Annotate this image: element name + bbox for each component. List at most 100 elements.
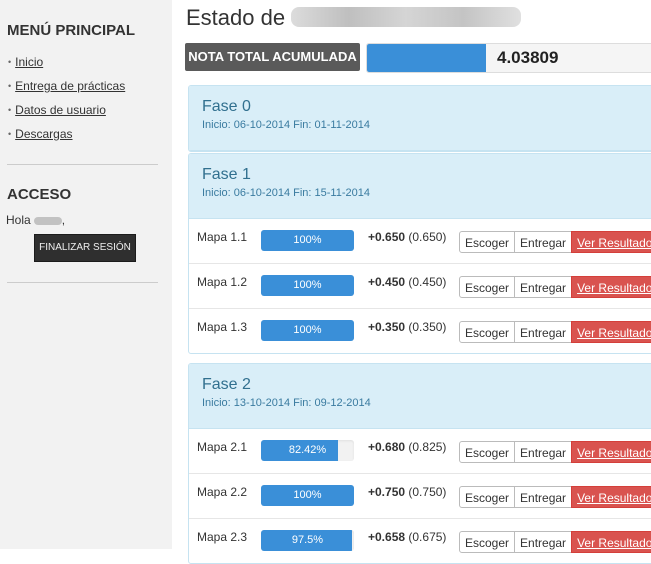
mapa-name: Mapa 1.1 <box>197 230 248 244</box>
menu-link-descargas[interactable]: Descargas <box>15 127 72 141</box>
progress-bar: 97.5% <box>261 530 354 551</box>
score-max: (0.450) <box>408 275 447 289</box>
greeting-suffix: , <box>61 213 66 227</box>
progress-label: 82.42% <box>288 444 327 456</box>
score-value: +0.658 <box>368 530 406 544</box>
submit-button[interactable]: Entregar <box>514 276 573 298</box>
sidebar: MENÚ PRINCIPAL • Inicio • Entrega de práct… <box>0 0 172 549</box>
progress-bar: 100% <box>261 485 354 506</box>
view-results-button[interactable]: Ver Resultados <box>571 321 651 343</box>
score-max: (0.350) <box>408 320 447 334</box>
score-max: (0.675) <box>408 530 447 544</box>
action-buttons: Escoger Entregar Ver Resultados <box>459 531 651 553</box>
score-value: +0.680 <box>368 440 406 454</box>
menu-item-inicio: • Inicio <box>8 50 125 74</box>
choose-button[interactable]: Escoger <box>459 321 516 343</box>
score-value: +0.350 <box>368 320 406 334</box>
bullet-icon: • <box>8 129 12 139</box>
progress-label: 100% <box>293 489 322 501</box>
fase-dates: Inicio: 06-10-2014 Fin: 15-11-2014 <box>202 187 370 199</box>
mapa-name: Mapa 1.2 <box>197 275 248 289</box>
score-max: (0.750) <box>408 485 447 499</box>
submit-button[interactable]: Entregar <box>514 531 573 553</box>
fase-header: Fase 2 Inicio: 13-10-2014 Fin: 09-12-2014 <box>189 364 651 429</box>
fase-title: Fase 1 <box>202 166 251 183</box>
menu-title: MENÚ PRINCIPAL <box>7 22 136 39</box>
fase-title: Fase 0 <box>202 98 251 115</box>
view-results-button[interactable]: Ver Resultados <box>571 441 651 463</box>
fase-panel: Fase 2 Inicio: 13-10-2014 Fin: 09-12-2014… <box>188 363 651 564</box>
score: +0.450 (0.450) <box>368 275 446 289</box>
redacted-name <box>291 7 522 27</box>
choose-button[interactable]: Escoger <box>459 441 516 463</box>
progress-label: 100% <box>293 279 322 291</box>
submit-button[interactable]: Entregar <box>514 321 573 343</box>
action-buttons: Escoger Entregar Ver Resultados <box>459 276 651 298</box>
score-max: (0.825) <box>408 440 447 454</box>
score: +0.650 (0.650) <box>368 230 446 244</box>
mapa-row: Mapa 2.2 100% +0.750 (0.750) Escoger Entrega… <box>189 474 651 519</box>
main-menu: • Inicio • Entrega de prácticas • Datos de … <box>8 50 125 146</box>
action-buttons: Escoger Entregar Ver Resultados <box>459 321 651 343</box>
mapa-row: Mapa 2.1 82.42% +0.680 (0.825) Escoger Entre… <box>189 429 651 474</box>
score: +0.750 (0.750) <box>368 485 446 499</box>
view-results-button[interactable]: Ver Resultados <box>571 276 651 298</box>
total-grade-value: 4.03809 <box>497 48 559 67</box>
main-content: Estado de NOTA TOTAL ACUMULADA 4.03809 F… <box>180 0 651 564</box>
bullet-icon: • <box>8 105 12 115</box>
greeting-text: Hola <box>6 213 31 227</box>
bullet-icon: • <box>8 81 12 91</box>
progress-bar: 100% <box>261 320 354 341</box>
mapa-name: Mapa 2.3 <box>197 530 248 544</box>
progress-bar: 100% <box>261 275 354 296</box>
view-results-button[interactable]: Ver Resultados <box>571 231 651 253</box>
mapa-row: Mapa 1.3 100% +0.350 (0.350) Escoger Entrega… <box>189 309 651 353</box>
view-results-button[interactable]: Ver Resultados <box>571 531 651 553</box>
fase-header: Fase 0 Inicio: 06-10-2014 Fin: 01-11-2014 <box>189 86 651 151</box>
fase-panel: Fase 0 Inicio: 06-10-2014 Fin: 01-11-2014 <box>188 85 651 152</box>
redacted-username <box>33 216 62 225</box>
action-buttons: Escoger Entregar Ver Resultados <box>459 231 651 253</box>
menu-link-datos[interactable]: Datos de usuario <box>15 103 106 117</box>
choose-button[interactable]: Escoger <box>459 231 516 253</box>
fase-dates: Inicio: 06-10-2014 Fin: 01-11-2014 <box>202 119 370 131</box>
submit-button[interactable]: Entregar <box>514 231 573 253</box>
score: +0.680 (0.825) <box>368 440 446 454</box>
total-grade-label: NOTA TOTAL ACUMULADA <box>185 43 360 71</box>
score-value: +0.450 <box>368 275 406 289</box>
progress-label: 100% <box>293 234 322 246</box>
menu-item-entrega: • Entrega de prácticas <box>8 74 125 98</box>
choose-button[interactable]: Escoger <box>459 276 516 298</box>
page-title: Estado de <box>186 5 522 35</box>
sidebar-divider <box>7 282 158 283</box>
total-grade-fill <box>367 44 486 72</box>
bullet-icon: • <box>8 57 12 67</box>
mapa-row: Mapa 2.3 97.5% +0.658 (0.675) Escoger Entreg… <box>189 519 651 563</box>
page-title-text: Estado de <box>186 5 286 30</box>
submit-button[interactable]: Entregar <box>514 486 573 508</box>
score-max: (0.650) <box>408 230 447 244</box>
mapa-name: Mapa 2.2 <box>197 485 248 499</box>
score-value: +0.650 <box>368 230 406 244</box>
choose-button[interactable]: Escoger <box>459 531 516 553</box>
score: +0.350 (0.350) <box>368 320 446 334</box>
logout-button[interactable]: FINALIZAR SESIÓN <box>34 234 136 262</box>
score: +0.658 (0.675) <box>368 530 446 544</box>
mapa-row: Mapa 1.1 100% +0.650 (0.650) Escoger Entrega… <box>189 219 651 264</box>
menu-link-entrega[interactable]: Entrega de prácticas <box>15 79 125 93</box>
fase-panel: Fase 1 Inicio: 06-10-2014 Fin: 15-11-2014… <box>188 153 651 354</box>
submit-button[interactable]: Entregar <box>514 441 573 463</box>
menu-item-descargas: • Descargas <box>8 122 125 146</box>
access-title: ACCESO <box>7 186 72 203</box>
menu-link-inicio[interactable]: Inicio <box>15 55 43 69</box>
view-results-button[interactable]: Ver Resultados <box>571 486 651 508</box>
fase-title: Fase 2 <box>202 376 251 393</box>
mapa-name: Mapa 1.3 <box>197 320 248 334</box>
progress-label: 100% <box>293 324 322 336</box>
action-buttons: Escoger Entregar Ver Resultados <box>459 441 651 463</box>
choose-button[interactable]: Escoger <box>459 486 516 508</box>
action-buttons: Escoger Entregar Ver Resultados <box>459 486 651 508</box>
score-value: +0.750 <box>368 485 406 499</box>
fase-dates: Inicio: 13-10-2014 Fin: 09-12-2014 <box>202 397 371 409</box>
total-grade-bar: 4.03809 <box>366 43 651 73</box>
